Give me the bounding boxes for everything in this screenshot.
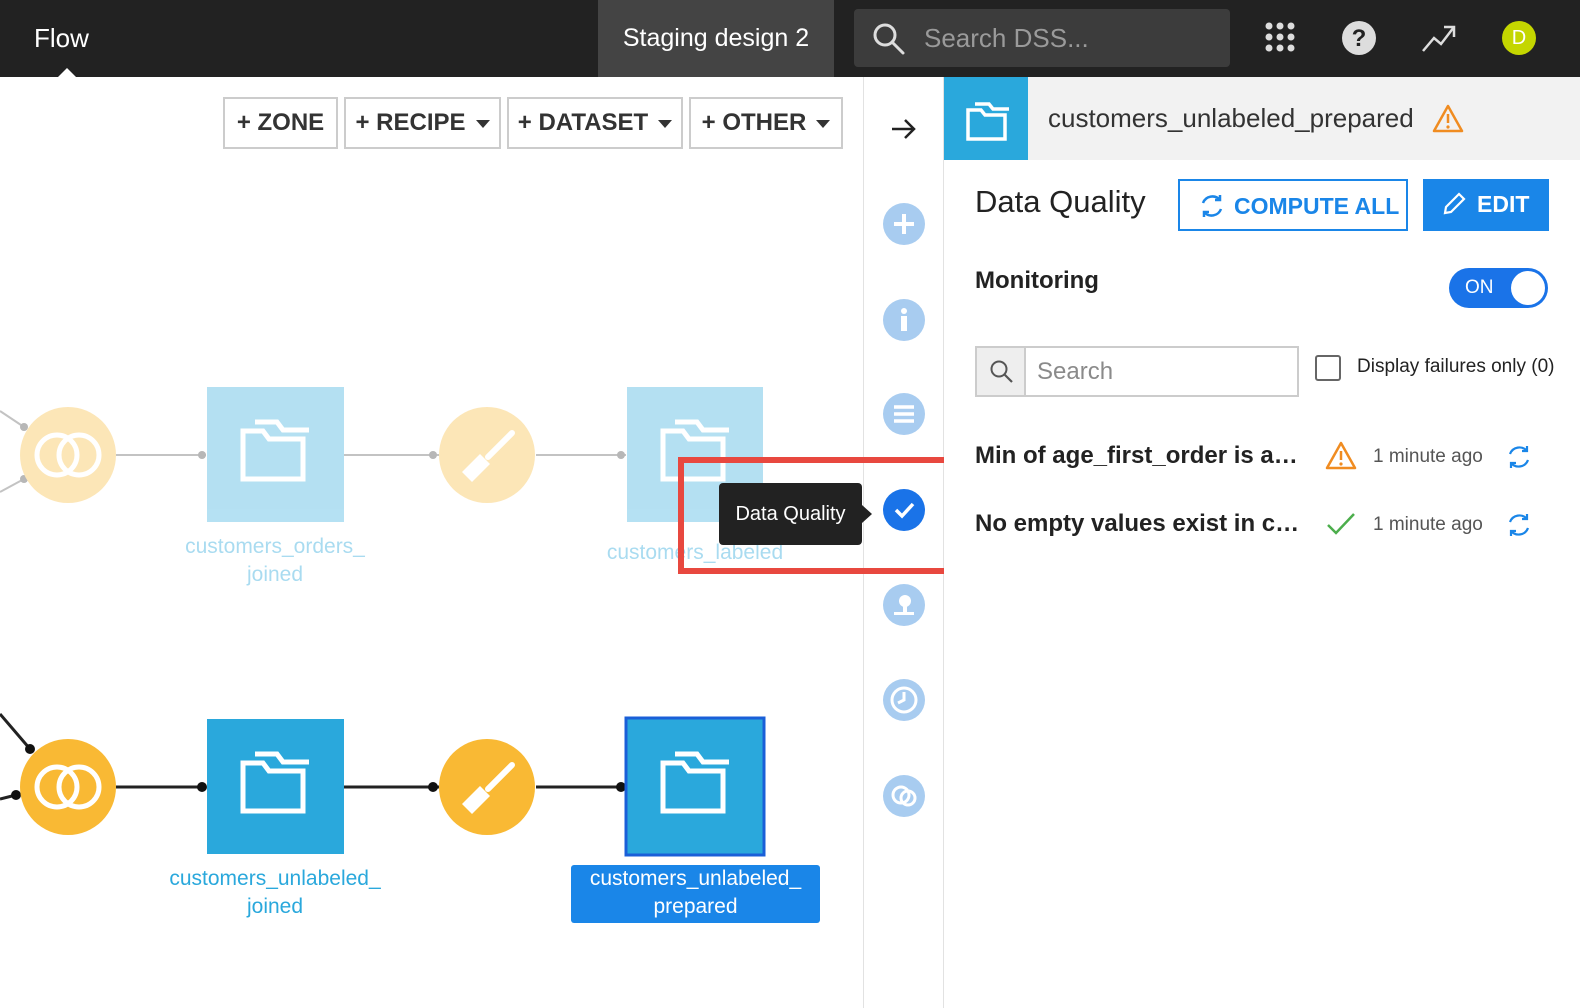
dataset-node[interactable] xyxy=(207,719,344,854)
search-icon xyxy=(873,23,905,55)
pencil-icon xyxy=(1443,192,1466,215)
refresh-icon[interactable] xyxy=(1505,442,1533,472)
clock-icon[interactable] xyxy=(883,679,925,721)
rule-name[interactable]: Min of age_first_order is above… xyxy=(975,442,1305,470)
rule-time: 1 minute ago xyxy=(1373,514,1483,535)
prepare-recipe-node[interactable] xyxy=(439,739,535,835)
rule-time: 1 minute ago xyxy=(1373,446,1483,467)
failures-only-checkbox[interactable] xyxy=(1315,355,1341,381)
toggle-state-label: ON xyxy=(1465,277,1494,298)
selected-dataset-node[interactable] xyxy=(624,716,766,857)
highlight-box xyxy=(678,457,957,574)
refresh-icon[interactable] xyxy=(1505,510,1533,540)
dataset-label-line: prepared xyxy=(653,895,738,918)
prepare-recipe-node[interactable] xyxy=(439,407,535,503)
help-icon[interactable]: ? xyxy=(1340,19,1380,59)
global-search-input[interactable] xyxy=(924,9,1214,67)
rule-name[interactable]: No empty values exist in customer… xyxy=(975,510,1305,538)
checkmark-icon xyxy=(1327,513,1355,535)
rule-row[interactable]: Min of age_first_order is above… 1 minut… xyxy=(975,436,1565,480)
dataset-label[interactable]: customers_unlabeled_ joined xyxy=(160,865,390,921)
rules-search xyxy=(975,346,1299,397)
active-caret xyxy=(58,68,76,77)
dataset-label-line: customers_unlabeled_ xyxy=(169,867,381,890)
right-details-panel: customers_unlabeled_prepared Data Qualit… xyxy=(944,77,1580,1008)
edit-button[interactable]: EDIT xyxy=(1423,179,1549,231)
panel-dataset-name: customers_unlabeled_prepared xyxy=(1048,103,1414,133)
failures-only-label: Display failures only (0) xyxy=(1357,356,1555,377)
dataset-label-line: customers_orders_ xyxy=(185,535,365,558)
trending-icon[interactable] xyxy=(1420,19,1460,59)
edit-label: EDIT xyxy=(1477,191,1530,217)
nav-flow-tab[interactable]: Flow xyxy=(0,0,125,77)
toggle-knob xyxy=(1511,271,1545,305)
dataset-label[interactable]: customers_orders_ joined xyxy=(160,533,390,589)
refresh-icon xyxy=(1201,195,1223,217)
user-avatar[interactable]: D xyxy=(1502,21,1536,55)
dataset-label-line: joined xyxy=(246,895,304,918)
rules-search-input[interactable] xyxy=(1037,348,1287,395)
compute-all-button[interactable]: COMPUTE ALL xyxy=(1178,179,1408,231)
collapse-arrow-icon[interactable] xyxy=(890,117,918,141)
list-icon[interactable] xyxy=(883,393,925,435)
nav-flow-label: Flow xyxy=(34,23,89,53)
join-recipe-node[interactable] xyxy=(20,739,116,835)
dataset-node[interactable] xyxy=(207,387,344,522)
selected-dataset-label[interactable]: customers_unlabeled_ prepared xyxy=(571,865,820,923)
warning-icon xyxy=(1432,104,1464,133)
dataset-folder-icon xyxy=(944,77,1028,160)
app-root: Flow Staging design 2 ? D + ZONE + RECIP… xyxy=(0,0,1580,1008)
dataset-label-line: joined xyxy=(246,563,304,586)
rule-row[interactable]: No empty values exist in customer… 1 min… xyxy=(975,504,1565,548)
warning-icon xyxy=(1325,441,1357,470)
top-nav-bar: Flow Staging design 2 ? D xyxy=(0,0,1580,77)
project-name-tab[interactable]: Staging design 2 xyxy=(598,0,834,77)
svg-text:?: ? xyxy=(1352,25,1367,52)
section-title: Data Quality xyxy=(975,184,1146,219)
search-icon xyxy=(990,360,1013,383)
apps-grid-icon[interactable] xyxy=(1262,19,1302,59)
flow-row-active xyxy=(0,713,766,857)
flow-row-faded xyxy=(0,387,763,522)
global-search-box[interactable] xyxy=(854,9,1230,67)
panel-header: customers_unlabeled_prepared xyxy=(944,77,1580,160)
info-icon[interactable] xyxy=(883,299,925,341)
lab-icon[interactable] xyxy=(883,584,925,626)
join-recipe-node[interactable] xyxy=(20,407,116,503)
search-addon xyxy=(977,348,1026,395)
monitoring-toggle[interactable]: ON xyxy=(1449,268,1548,308)
dataset-label-line: customers_unlabeled_ xyxy=(589,867,802,890)
compute-all-label: COMPUTE ALL xyxy=(1234,193,1400,219)
discussions-icon[interactable] xyxy=(883,775,925,817)
monitoring-label: Monitoring xyxy=(975,267,1099,294)
add-icon[interactable] xyxy=(883,203,925,245)
